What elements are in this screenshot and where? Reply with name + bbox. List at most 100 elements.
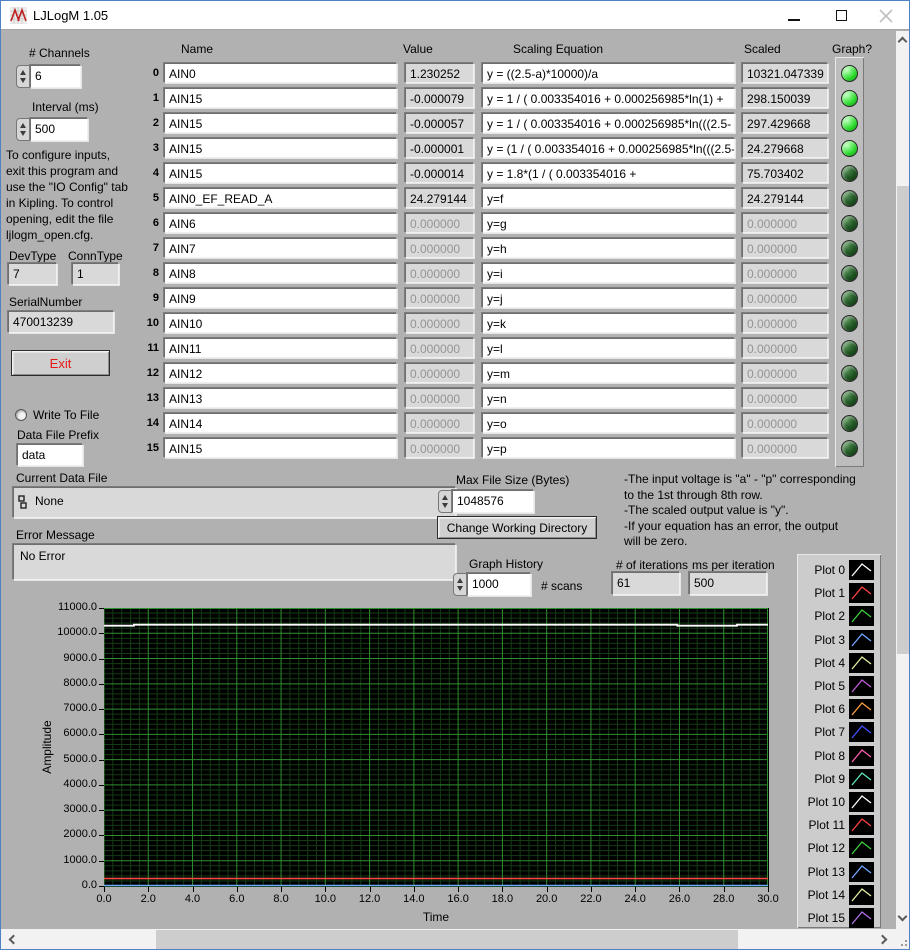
y-tick-label: 5000.0	[31, 753, 97, 765]
equation-field[interactable]: y = 1.8*(1 / ( 0.003354016 +	[482, 163, 735, 183]
value-indicator: 0.000000	[405, 313, 474, 333]
max-file-size-spinner[interactable]	[438, 490, 452, 513]
equation-field[interactable]: y=m	[482, 363, 735, 383]
name-field[interactable]: AIN14	[164, 413, 397, 433]
legend-line-sample	[849, 838, 874, 858]
y-tick-label: 0.0	[31, 879, 97, 891]
x-tick-label: 28.0	[704, 893, 744, 905]
scroll-down-icon[interactable]	[898, 912, 908, 922]
horizontal-scrollbar[interactable]	[1, 929, 896, 950]
table-row: 8AIN80.000000y=i0.000000	[1, 263, 909, 288]
scroll-left-icon[interactable]	[9, 935, 19, 945]
equation-field[interactable]: y = 1 / ( 0.003354016 + 0.000256985*ln((…	[482, 113, 735, 133]
data-file-prefix-input[interactable]: data	[17, 444, 83, 466]
name-field[interactable]: AIN15	[164, 438, 397, 458]
value-indicator: 0.000000	[405, 388, 474, 408]
led-column-panel	[835, 57, 864, 467]
minimize-button[interactable]	[771, 1, 816, 30]
config-instructions: To configure inputs, exit this program a…	[6, 147, 128, 243]
legend-item[interactable]: Plot 7	[797, 721, 881, 743]
resize-grip[interactable]	[896, 929, 910, 950]
scroll-up-icon[interactable]	[898, 37, 908, 47]
max-file-size-input[interactable]: 1048576	[452, 490, 534, 513]
equation-field[interactable]: y = ((2.5-a)*10000)/a	[482, 63, 735, 83]
y-tick-label: 2000.0	[31, 828, 97, 840]
legend-item[interactable]: Plot 1	[797, 582, 881, 604]
header-value: Value	[403, 42, 433, 56]
equation-field[interactable]: y=l	[482, 338, 735, 358]
name-field[interactable]: AIN9	[164, 288, 397, 308]
graph-history-label: Graph History	[469, 557, 543, 571]
name-field[interactable]: AIN10	[164, 313, 397, 333]
table-row: 2AIN15-0.000057y = 1 / ( 0.003354016 + 0…	[1, 113, 909, 138]
legend-item[interactable]: Plot 9	[797, 768, 881, 790]
name-field[interactable]: AIN11	[164, 338, 397, 358]
name-field[interactable]: AIN15	[164, 138, 397, 158]
name-field[interactable]: AIN0_EF_READ_A	[164, 188, 397, 208]
equation-field[interactable]: y=j	[482, 288, 735, 308]
name-field[interactable]: AIN8	[164, 263, 397, 283]
name-field[interactable]: AIN0	[164, 63, 397, 83]
legend-item[interactable]: Plot 0	[797, 559, 881, 581]
close-button[interactable]	[865, 1, 910, 30]
vertical-scrollbar-thumb[interactable]	[897, 186, 909, 654]
exit-button[interactable]: Exit	[11, 350, 110, 376]
change-working-directory-button[interactable]: Change Working Directory	[437, 516, 597, 539]
name-field[interactable]: AIN12	[164, 363, 397, 383]
resize-grip-icon	[896, 929, 910, 950]
x-tick-label: 22.0	[571, 893, 611, 905]
name-field[interactable]: AIN15	[164, 88, 397, 108]
name-field[interactable]: AIN7	[164, 238, 397, 258]
vertical-scrollbar[interactable]	[896, 31, 910, 929]
equation-field[interactable]: y=i	[482, 263, 735, 283]
name-field[interactable]: AIN15	[164, 113, 397, 133]
x-tick-label: 10.0	[305, 893, 345, 905]
legend-item[interactable]: Plot 8	[797, 745, 881, 767]
name-field[interactable]: AIN13	[164, 388, 397, 408]
equation-field[interactable]: y=f	[482, 188, 735, 208]
current-data-file-value: None	[35, 494, 64, 508]
y-tick-mark	[99, 734, 104, 735]
equation-field[interactable]: y=h	[482, 238, 735, 258]
legend-item[interactable]: Plot 5	[797, 675, 881, 697]
equation-field[interactable]: y = (1 / ( 0.003354016 + 0.000256985*ln(…	[482, 138, 735, 158]
legend-item[interactable]: Plot 11	[797, 814, 881, 836]
equation-field[interactable]: y=g	[482, 213, 735, 233]
legend-item[interactable]: Plot 4	[797, 652, 881, 674]
legend-label: Plot 6	[797, 702, 845, 716]
error-message-indicator: No Error	[13, 544, 456, 580]
legend-item[interactable]: Plot 2	[797, 605, 881, 627]
table-row: 15AIN150.000000y=p0.000000	[1, 438, 909, 463]
equation-field[interactable]: y = 1 / ( 0.003354016 + 0.000256985*ln(1…	[482, 88, 735, 108]
table-row: 7AIN70.000000y=h0.000000	[1, 238, 909, 263]
equation-field[interactable]: y=k	[482, 313, 735, 333]
legend-item[interactable]: Plot 15	[797, 907, 881, 929]
serial-label: SerialNumber	[9, 295, 82, 309]
graph-history-spinner[interactable]	[453, 573, 467, 596]
data-file-prefix-label: Data File Prefix	[17, 428, 99, 442]
name-field[interactable]: AIN15	[164, 163, 397, 183]
write-to-file-radio[interactable]	[15, 409, 27, 421]
scans-label: # scans	[541, 579, 582, 593]
equation-field[interactable]: y=o	[482, 413, 735, 433]
maximize-button[interactable]	[819, 1, 864, 30]
header-scaling-equation: Scaling Equation	[513, 42, 603, 56]
legend-item[interactable]: Plot 13	[797, 861, 881, 883]
legend-item[interactable]: Plot 12	[797, 837, 881, 859]
interval-spinner[interactable]	[16, 118, 30, 141]
legend-item[interactable]: Plot 10	[797, 791, 881, 813]
horizontal-scrollbar-thumb[interactable]	[156, 930, 738, 949]
legend-item[interactable]: Plot 3	[797, 629, 881, 651]
equation-field[interactable]: y=n	[482, 388, 735, 408]
name-field[interactable]: AIN6	[164, 213, 397, 233]
graph-history-input[interactable]: 1000	[467, 573, 531, 596]
max-file-size-label: Max File Size (Bytes)	[456, 473, 569, 487]
legend-line-sample	[849, 769, 874, 789]
channels-spinner[interactable]	[16, 65, 30, 88]
channels-input[interactable]: 6	[30, 65, 81, 88]
equation-field[interactable]: y=p	[482, 438, 735, 458]
legend-item[interactable]: Plot 6	[797, 698, 881, 720]
legend-item[interactable]: Plot 14	[797, 884, 881, 906]
interval-input[interactable]: 500	[30, 118, 88, 141]
scroll-right-icon[interactable]	[878, 935, 888, 945]
